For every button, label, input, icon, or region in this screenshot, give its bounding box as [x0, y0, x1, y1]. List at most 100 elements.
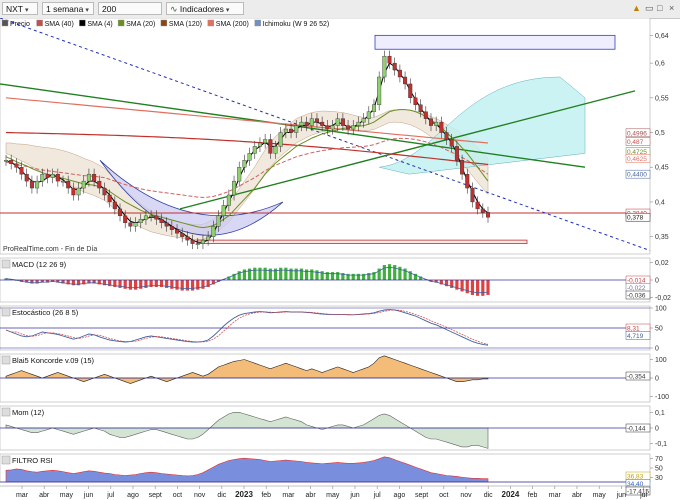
- price-price-tag-label: 0,4400: [627, 172, 647, 179]
- konc-ytick-label: -100: [655, 394, 669, 401]
- mom-ytick-label: 0,1: [655, 410, 665, 417]
- time-axis-label: oct: [173, 492, 182, 499]
- time-axis-label: abr: [572, 492, 583, 499]
- candle-body: [413, 97, 418, 105]
- candle-body: [314, 118, 319, 123]
- symbol-selector[interactable]: NXT ▾: [2, 2, 38, 15]
- candle-body: [242, 160, 247, 168]
- time-axis-label: 2024: [502, 490, 520, 499]
- candle-body: [9, 160, 14, 164]
- candle-body: [175, 229, 180, 234]
- maximize-icon[interactable]: □: [657, 2, 662, 15]
- candle-body: [418, 104, 423, 112]
- time-axis-label: nov: [194, 492, 206, 499]
- candle-body: [40, 173, 45, 182]
- candle-body: [392, 62, 397, 71]
- candle-body: [252, 146, 257, 154]
- konc-ytick-label: 100: [655, 357, 667, 364]
- macd-histogram-bar: [336, 272, 340, 280]
- candle-body: [408, 83, 413, 99]
- macd-histogram-bar: [185, 280, 189, 291]
- candle-body: [159, 219, 164, 223]
- candle-body: [268, 139, 273, 154]
- legend-swatch: [160, 19, 168, 27]
- legend-item-label: SMA (4): [87, 21, 112, 28]
- candle-body: [55, 173, 60, 182]
- close-icon[interactable]: ×: [669, 2, 674, 15]
- toolbar: NXT▾ 1 semana▾ 200 unidades▾ ∿ Indicador…: [0, 0, 680, 27]
- legend-item-label: Precio: [10, 21, 30, 28]
- indicators-button[interactable]: ∿ Indicadores ▾: [166, 2, 244, 15]
- period-label: 1 semana: [46, 4, 84, 14]
- candle-body: [24, 173, 29, 182]
- macd-ytick-label: 0: [655, 278, 659, 285]
- candle-body: [263, 139, 268, 144]
- support-box: [196, 239, 528, 244]
- candle-body: [81, 180, 86, 189]
- stoch-price-tag-label: 4,719: [627, 333, 644, 340]
- time-axis-label: 2023: [235, 490, 253, 499]
- candle-body: [340, 118, 345, 126]
- candle-body: [289, 128, 294, 133]
- time-axis-label: dic: [217, 492, 226, 499]
- price-ytick-label: 0,55: [655, 95, 669, 102]
- stoch-ytick-label: 0: [655, 346, 659, 353]
- candle-body: [232, 180, 237, 196]
- mom-collapse-icon: [1, 407, 11, 417]
- candle-body: [195, 243, 200, 245]
- macd-histogram-bar: [284, 267, 288, 280]
- candle-body: [366, 111, 371, 119]
- period-selector[interactable]: 1 semana ▾: [42, 2, 94, 15]
- alert-icon[interactable]: ▲: [632, 2, 641, 15]
- legend-item-label: Ichimoku (W 9 26 52): [263, 21, 330, 28]
- candle-body: [97, 180, 102, 189]
- stoch-title: Estocástico (26 8 5): [12, 308, 79, 317]
- candle-body: [200, 239, 205, 244]
- price-price-tag-label: 0,4996: [627, 130, 647, 137]
- macd-histogram-bar: [279, 267, 283, 280]
- candle-body: [237, 167, 242, 182]
- candle-body: [304, 121, 309, 126]
- macd-histogram-bar: [481, 280, 485, 296]
- candle-body: [397, 69, 402, 78]
- legend-item-label: SMA (40): [45, 21, 74, 28]
- candle-body: [50, 173, 55, 178]
- macd-ytick-label: 0,02: [655, 260, 669, 267]
- candle-body: [371, 104, 376, 112]
- macd-histogram-bar: [299, 268, 304, 280]
- macd-ytick-label: -0,02: [655, 295, 671, 302]
- konc-title: Blai5 Koncorde v.09 (15): [12, 356, 94, 365]
- stoch-ytick-label: 100: [655, 306, 667, 313]
- stoch-collapse-icon: [1, 307, 11, 317]
- resistance-box: [374, 34, 616, 50]
- filtro-ytick-label: 70: [655, 456, 663, 463]
- candle-body: [475, 201, 480, 210]
- time-axis-label: sept: [415, 492, 428, 499]
- candle-body: [486, 212, 491, 218]
- candle-body: [154, 215, 159, 220]
- candle-body: [434, 121, 439, 126]
- legend-swatch: [207, 19, 215, 27]
- time-axis-label: jun: [83, 492, 93, 499]
- macd-histogram-bar: [294, 268, 298, 280]
- macd-histogram-bar: [258, 267, 262, 280]
- price-ytick-label: 0,5: [655, 130, 665, 137]
- candle-body: [454, 146, 459, 161]
- candle-body: [273, 146, 278, 154]
- macd-title: MACD (12 26 9): [12, 260, 67, 269]
- time-axis-label: abr: [306, 492, 317, 499]
- candle-body: [66, 180, 71, 189]
- macd-histogram-bar: [476, 280, 480, 296]
- candle-body: [102, 187, 107, 196]
- window-icon[interactable]: ▭: [645, 2, 654, 15]
- candle-body: [351, 125, 356, 130]
- candle-body: [118, 208, 123, 217]
- units-selector[interactable]: 200 unidades▾: [98, 2, 162, 27]
- candle-body: [112, 201, 117, 210]
- legend-item-label: SMA (120): [169, 21, 202, 28]
- candle-body: [257, 142, 262, 147]
- candle-body: [325, 125, 330, 130]
- time-axis-label: jul: [373, 492, 381, 499]
- candle-body: [29, 180, 34, 189]
- konc-ytick-label: 0: [655, 376, 659, 383]
